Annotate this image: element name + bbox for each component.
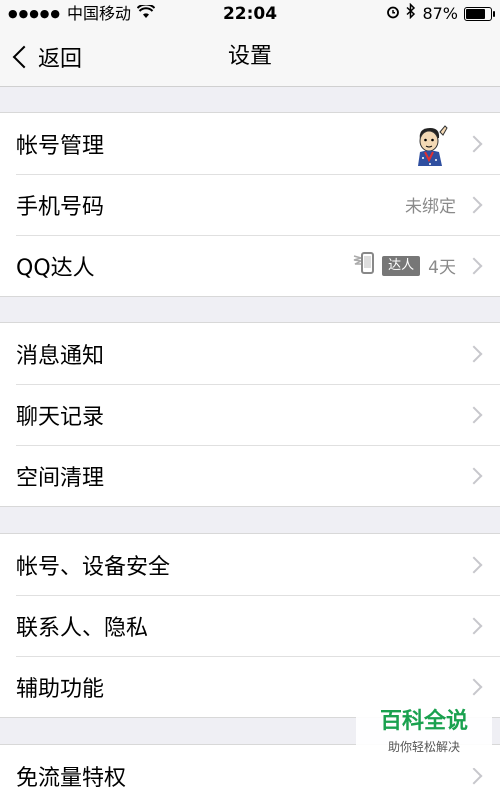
settings-item-phone-number[interactable]: 手机号码 未绑定 xyxy=(0,174,500,235)
settings-item-accessory xyxy=(464,406,484,423)
settings-item-account-device-security[interactable]: 帐号、设备安全 xyxy=(0,534,500,595)
settings-item-label: 联系人、隐私 xyxy=(16,615,149,641)
battery-icon xyxy=(464,7,495,21)
watermark-subtitle: 助你轻松解决 xyxy=(387,740,460,754)
chevron-left-icon xyxy=(12,45,36,69)
settings-item-label: QQ达人 xyxy=(16,255,95,281)
chevron-right-icon xyxy=(465,135,483,152)
settings-item-qq-daren[interactable]: QQ达人 达人 4天 xyxy=(0,235,500,296)
alarm-icon xyxy=(386,0,400,28)
settings-item-accessory xyxy=(464,617,484,634)
daren-days: 4天 xyxy=(428,258,456,278)
battery-fill xyxy=(466,9,485,19)
settings-item-label: 消息通知 xyxy=(16,343,105,369)
back-label: 返回 xyxy=(38,47,83,72)
settings-item-accessory: 未绑定 xyxy=(405,192,484,217)
settings-item-chat-history[interactable]: 聊天记录 xyxy=(0,384,500,445)
settings-item-accessory xyxy=(464,345,484,362)
settings-item-accessory xyxy=(410,122,484,166)
back-button[interactable]: 返回 xyxy=(10,28,82,86)
watermark: 百科全说 助你轻松解决 xyxy=(356,706,492,768)
chevron-right-icon xyxy=(465,617,483,634)
settings-item-account-management[interactable]: 帐号管理 xyxy=(0,113,500,174)
chevron-right-icon xyxy=(465,257,483,274)
settings-item-accessory xyxy=(464,678,484,695)
phone-binding-status: 未绑定 xyxy=(405,197,456,217)
winged-phone-icon xyxy=(352,251,382,280)
daren-badge: 达人 xyxy=(352,251,421,280)
bluetooth-icon xyxy=(406,0,416,28)
status-bar: ●●●●● 中国移动 22:04 87% xyxy=(0,0,500,28)
chevron-right-icon xyxy=(465,678,483,695)
settings-item-accessory xyxy=(464,767,484,784)
settings-item-storage-cleanup[interactable]: 空间清理 xyxy=(0,445,500,506)
settings-item-label: 手机号码 xyxy=(16,194,105,220)
navigation-bar: 设置 返回 xyxy=(0,28,500,87)
settings-section-account: 帐号管理 手机号码 未绑定 QQ达人 达人 4天 xyxy=(0,112,500,297)
chevron-right-icon xyxy=(465,556,483,573)
chevron-right-icon xyxy=(465,345,483,362)
status-right: 87% xyxy=(386,0,495,28)
chevron-right-icon xyxy=(465,467,483,484)
settings-item-label: 聊天记录 xyxy=(16,404,105,430)
chevron-right-icon xyxy=(465,767,483,784)
avatar xyxy=(410,122,450,166)
settings-section-messages: 消息通知 聊天记录 空间清理 xyxy=(0,322,500,507)
settings-item-label: 空间清理 xyxy=(16,465,105,491)
chevron-right-icon xyxy=(465,406,483,423)
settings-item-label: 帐号、设备安全 xyxy=(16,554,171,580)
settings-item-notifications[interactable]: 消息通知 xyxy=(0,323,500,384)
settings-item-accessory xyxy=(464,467,484,484)
settings-item-contacts-privacy[interactable]: 联系人、隐私 xyxy=(0,595,500,656)
settings-item-accessory xyxy=(464,556,484,573)
settings-item-accessory: 达人 4天 xyxy=(352,251,484,280)
settings-item-label: 帐号管理 xyxy=(16,133,105,159)
settings-item-label: 辅助功能 xyxy=(16,676,105,702)
settings-section-security: 帐号、设备安全 联系人、隐私 辅助功能 xyxy=(0,533,500,718)
daren-badge-label: 达人 xyxy=(382,255,421,276)
battery-percent: 87% xyxy=(422,4,458,23)
watermark-title: 百科全说 xyxy=(379,709,468,734)
chevron-right-icon xyxy=(465,196,483,213)
